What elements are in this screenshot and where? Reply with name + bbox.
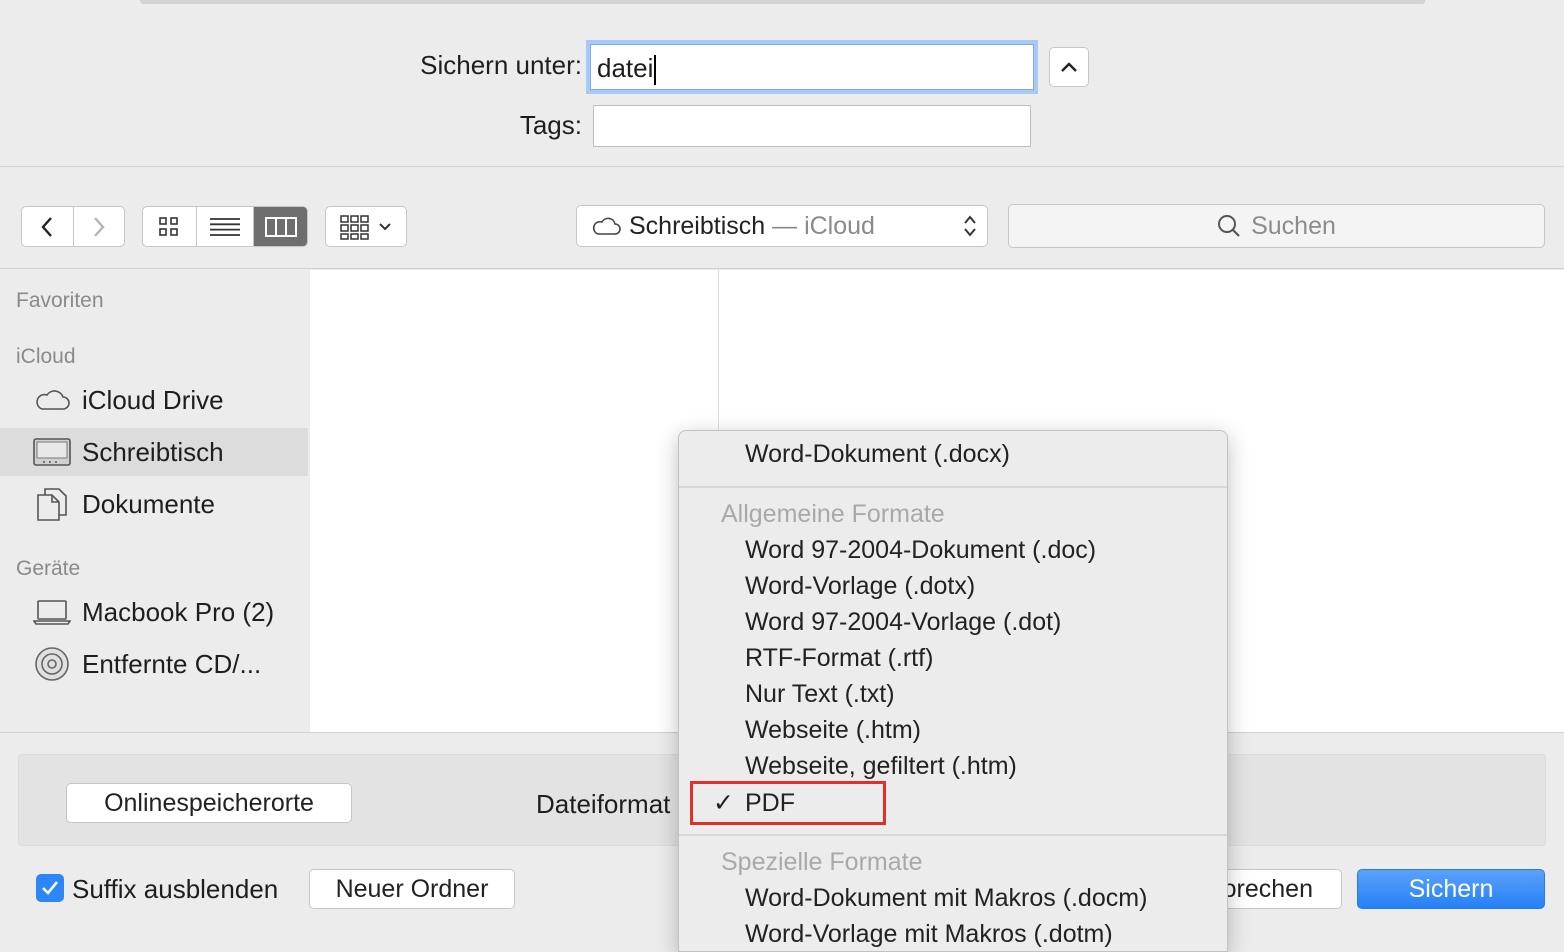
- text-caret: [654, 55, 657, 86]
- menu-separator: [679, 486, 1227, 488]
- tags-label: Tags:: [519, 110, 582, 140]
- view-mode-control: [142, 206, 308, 247]
- location-separator: —: [765, 211, 805, 240]
- header-divider: [0, 166, 1564, 167]
- location-popup[interactable]: Schreibtisch — iCloud: [576, 205, 988, 247]
- pdf-highlight-box: [690, 781, 886, 825]
- sidebar-item-icloud-drive[interactable]: iCloud Drive: [0, 376, 308, 424]
- sidebar-item-dokumente[interactable]: Dokumente: [0, 480, 308, 528]
- menu-separator: [679, 834, 1227, 836]
- cloud-icon: [32, 388, 72, 412]
- sidebar-item-label: Schreibtisch: [82, 436, 224, 467]
- menu-item-dotm[interactable]: Word-Vorlage mit Makros (.dotm): [745, 920, 1113, 949]
- arrange-button[interactable]: [325, 206, 407, 247]
- menu-item-dot[interactable]: Word 97-2004-Vorlage (.dot): [745, 608, 1061, 637]
- collapse-button[interactable]: [1049, 47, 1089, 87]
- list-icon: [210, 217, 240, 236]
- location-main: Schreibtisch: [629, 211, 766, 240]
- file-format-label: Dateiformat: [536, 789, 671, 819]
- icon-view-button[interactable]: [143, 207, 197, 246]
- sidebar-item-label: Entfernte CD/...: [82, 648, 262, 679]
- menu-item-docm[interactable]: Word-Dokument mit Makros (.docm): [745, 884, 1147, 913]
- chevron-right-icon: [93, 216, 105, 237]
- search-field[interactable]: Suchen: [1008, 204, 1545, 248]
- tags-input[interactable]: [593, 105, 1031, 147]
- sidebar-header-icloud: iCloud: [16, 345, 76, 368]
- menu-item-htm[interactable]: Webseite (.htm): [745, 716, 921, 745]
- cancel-button-label: orechen: [1222, 874, 1313, 903]
- search-icon: [1218, 215, 1240, 237]
- laptop-icon: [32, 599, 72, 625]
- window-top-edge: [140, 0, 1425, 4]
- sidebar-item-schreibtisch[interactable]: Schreibtisch: [0, 428, 308, 476]
- filename-input[interactable]: datei: [590, 44, 1034, 90]
- checkmark-icon: [42, 881, 59, 895]
- menu-item-doc[interactable]: Word 97-2004-Dokument (.doc): [745, 536, 1096, 565]
- save-button[interactable]: Sichern: [1357, 869, 1545, 909]
- column-view-button[interactable]: [254, 207, 307, 246]
- cloud-icon: [592, 217, 621, 235]
- chevron-up-icon: [1061, 62, 1077, 72]
- nav-buttons: [21, 206, 125, 247]
- updown-arrows-icon: [964, 215, 976, 237]
- filename-value: datei: [597, 53, 654, 83]
- hide-suffix-label: Suffix ausblenden: [72, 874, 279, 904]
- sidebar-item-label: iCloud Drive: [82, 384, 224, 415]
- list-view-button[interactable]: [197, 207, 255, 246]
- menu-item-dotx[interactable]: Word-Vorlage (.dotx): [745, 572, 975, 601]
- sidebar-item-macbook[interactable]: Macbook Pro (2): [0, 588, 308, 636]
- sidebar-item-label: Macbook Pro (2): [82, 596, 275, 627]
- chevron-down-icon: [379, 222, 391, 230]
- menu-group-header-general: Allgemeine Formate: [721, 500, 945, 528]
- file-format-menu: Word-Dokument (.docx) Allgemeine Formate…: [678, 430, 1228, 952]
- new-folder-button[interactable]: Neuer Ordner: [309, 869, 515, 909]
- sidebar-header-geraete: Geräte: [16, 557, 81, 580]
- sidebar: Favoriten iCloud iCloud Drive Schreibtis…: [0, 270, 308, 732]
- disc-icon: [32, 646, 72, 682]
- menu-item-htm-filtered[interactable]: Webseite, gefiltert (.htm): [745, 752, 1017, 781]
- grid-icon: [159, 216, 179, 236]
- sidebar-item-label: Dokumente: [82, 488, 215, 519]
- search-placeholder: Suchen: [1251, 211, 1336, 240]
- back-button[interactable]: [22, 207, 74, 246]
- documents-icon: [32, 487, 72, 521]
- columns-icon: [264, 216, 297, 237]
- desktop-icon: [32, 438, 72, 466]
- menu-item-txt[interactable]: Nur Text (.txt): [745, 680, 895, 709]
- hide-suffix-checkbox[interactable]: [36, 874, 64, 902]
- online-locations-button[interactable]: Onlinespeicherorte: [66, 783, 352, 823]
- sidebar-header-favoriten: Favoriten: [16, 289, 104, 312]
- menu-group-header-special: Spezielle Formate: [721, 848, 923, 876]
- toolbar-divider: [0, 268, 1564, 269]
- arrange-grid-icon: [340, 214, 369, 240]
- menu-item-docx[interactable]: Word-Dokument (.docx): [745, 440, 1010, 469]
- menu-item-rtf[interactable]: RTF-Format (.rtf): [745, 644, 933, 673]
- chevron-left-icon: [41, 216, 53, 237]
- forward-button[interactable]: [74, 207, 125, 246]
- save-as-label: Sichern unter:: [420, 50, 582, 80]
- sidebar-item-remote-disc[interactable]: Entfernte CD/...: [0, 640, 308, 688]
- location-sub: iCloud: [804, 211, 875, 240]
